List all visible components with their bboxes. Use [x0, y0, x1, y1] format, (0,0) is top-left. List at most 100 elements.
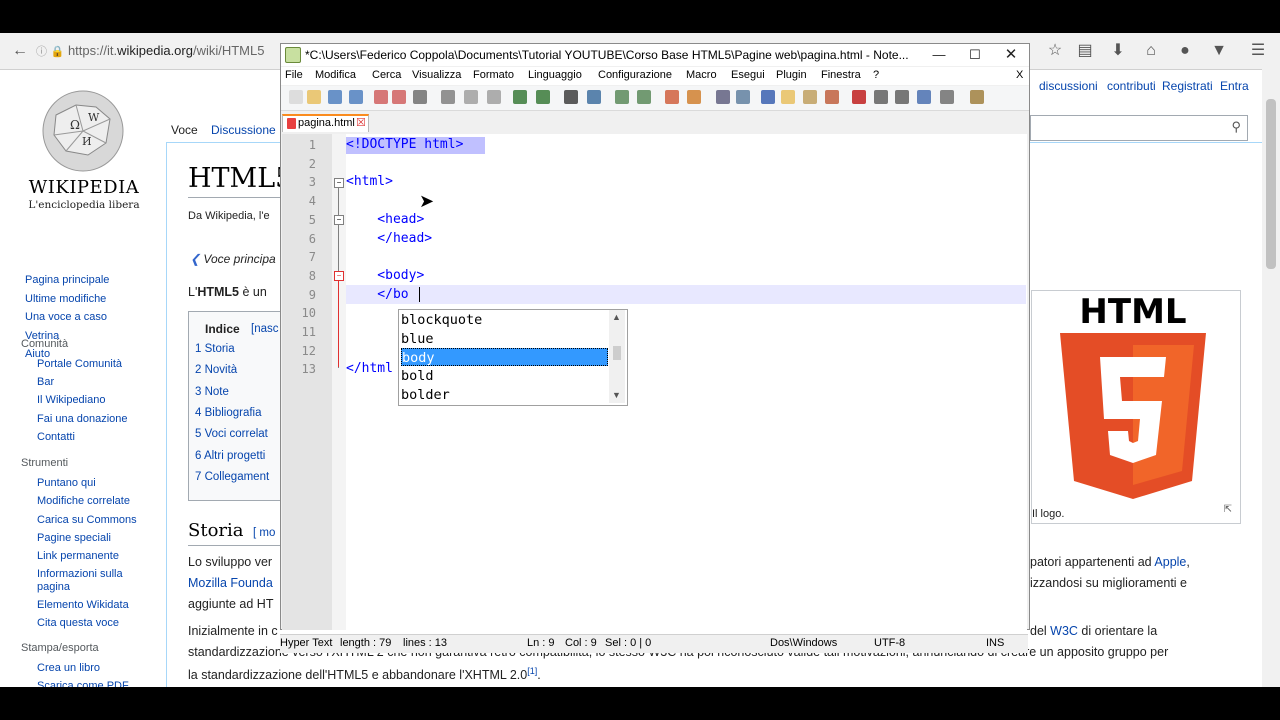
reading-list-icon[interactable]: ▤ — [1075, 41, 1095, 61]
save-all-icon[interactable] — [349, 90, 363, 104]
pocket-icon[interactable]: ▼ — [1209, 41, 1229, 61]
open-file-icon[interactable] — [307, 90, 321, 104]
close-button[interactable]: ✕ — [997, 46, 1025, 64]
menu-[interactable]: ? — [873, 69, 879, 81]
zoom-out-icon[interactable] — [637, 90, 651, 104]
sidebar-item-elemento-wikidata[interactable]: Elemento Wikidata — [37, 598, 129, 612]
menu-modifica[interactable]: Modifica — [315, 69, 356, 81]
fold-toggle-icon[interactable]: − — [334, 215, 344, 225]
address-bar[interactable]: ⓘ 🔒 https://it.wikipedia.org/wiki/HTML5 — [36, 39, 280, 63]
autocomplete-scrollbar[interactable]: ▲ ▼ — [609, 310, 625, 403]
hatnote[interactable]: ❮ Voce principa — [190, 252, 276, 266]
sync-h-icon[interactable] — [687, 90, 701, 104]
close-doc-button[interactable]: X — [1016, 69, 1023, 81]
sidebar-item-una-voce-a-caso[interactable]: Una voce a caso — [25, 310, 107, 324]
save-macro-icon[interactable] — [940, 90, 954, 104]
sidebar-item-modifiche-correlate[interactable]: Modifiche correlate — [37, 494, 130, 508]
scrollbar-thumb[interactable] — [1266, 99, 1276, 269]
para1-line2[interactable]: Mozilla Founda — [188, 576, 273, 590]
html5-logo[interactable]: HTML — [1058, 291, 1208, 503]
stop-record-icon[interactable] — [874, 90, 888, 104]
apple-link[interactable]: Apple — [1154, 555, 1186, 569]
menu-configurazione[interactable]: Configurazione — [598, 69, 672, 81]
save-icon[interactable] — [328, 90, 342, 104]
trim-icon[interactable] — [970, 90, 984, 104]
code-editor[interactable]: 1 2 3 4 5 6 7 8 9 10 11 12 13 − − − <!DOCTYPE html> <… — [282, 134, 1027, 630]
toc-item[interactable]: 1 Storia — [195, 343, 235, 355]
find-icon[interactable] — [564, 90, 578, 104]
menu-visualizza[interactable]: Visualizza — [412, 69, 461, 81]
menu-plugin[interactable]: Plugin — [776, 69, 807, 81]
sidebar-item-pagine-speciali[interactable]: Pagine speciali — [37, 531, 111, 545]
close-file-icon[interactable] — [374, 90, 388, 104]
maximize-button[interactable]: ☐ — [961, 46, 989, 64]
search-icon[interactable]: ⚲ — [1231, 119, 1241, 135]
doc-map-icon[interactable] — [781, 90, 795, 104]
chat-icon[interactable]: ● — [1175, 41, 1195, 61]
run-macro-multiple-icon[interactable] — [917, 90, 931, 104]
toc-item[interactable]: 5 Voci correlat — [195, 428, 268, 440]
play-macro-icon[interactable] — [895, 90, 909, 104]
menu-formato[interactable]: Formato — [473, 69, 514, 81]
toc-item[interactable]: 4 Bibliografia — [195, 407, 261, 419]
link-entra[interactable]: Entra — [1220, 79, 1249, 93]
autocomplete-item[interactable]: body — [401, 348, 608, 367]
sidebar-item-pagina-principale[interactable]: Pagina principale — [25, 273, 109, 287]
wikipedia-globe-logo[interactable]: Ω W И — [36, 85, 130, 175]
sidebar-item-link-permanente[interactable]: Link permanente — [37, 549, 119, 563]
link-discussioni[interactable]: discussioni — [1039, 79, 1098, 93]
redo-icon[interactable] — [536, 90, 550, 104]
sidebar-item-crea-un-libro[interactable]: Crea un libro — [37, 661, 100, 675]
download-icon[interactable]: ⬇ — [1108, 41, 1128, 61]
sidebar-item-il-wikipediano[interactable]: Il Wikipediano — [37, 393, 105, 407]
toc-item[interactable]: 7 Collegament — [195, 471, 269, 483]
scrollbar[interactable] — [1262, 69, 1280, 687]
autocomplete-item[interactable]: bolder — [401, 386, 608, 404]
folder-as-workspace-icon[interactable] — [825, 90, 839, 104]
home-icon[interactable]: ⌂ — [1141, 41, 1161, 61]
section-edit-link[interactable]: [ mo — [253, 527, 275, 539]
sidebar-item-puntano-qui[interactable]: Puntano qui — [37, 476, 96, 490]
sidebar-item-fai-una-donazione[interactable]: Fai una donazione — [37, 412, 128, 426]
sidebar-item-ultime-modifiche[interactable]: Ultime modifiche — [25, 292, 106, 306]
paste-icon[interactable] — [487, 90, 501, 104]
menu-macro[interactable]: Macro — [686, 69, 717, 81]
cut-icon[interactable] — [441, 90, 455, 104]
fold-toggle-icon[interactable]: − — [334, 271, 344, 281]
toc-item[interactable]: 6 Altri progetti — [195, 450, 265, 462]
toc-hide-link[interactable]: [nasc — [251, 323, 279, 335]
tab-voce[interactable]: Voce — [171, 123, 198, 137]
scroll-thumb[interactable] — [613, 346, 621, 360]
sidebar-item-portale-comunit[interactable]: Portale Comunità — [37, 357, 122, 371]
indent-guide-icon[interactable] — [761, 90, 775, 104]
autocomplete-list[interactable]: blockquote blue body bold bolder ▲ ▼ — [398, 309, 628, 406]
link-registrati[interactable]: Registrati — [1162, 79, 1213, 93]
tab-pagina-html[interactable]: pagina.html ☒ — [282, 114, 369, 132]
menu-cerca[interactable]: Cerca — [372, 69, 401, 81]
new-file-icon[interactable] — [289, 90, 303, 104]
sidebar-item-contatti[interactable]: Contatti — [37, 430, 75, 444]
print-icon[interactable] — [413, 90, 427, 104]
menu-file[interactable]: File — [285, 69, 303, 81]
close-all-icon[interactable] — [392, 90, 406, 104]
menu-icon[interactable]: ☰ — [1248, 41, 1268, 61]
ref-link[interactable]: [1] — [527, 666, 537, 676]
enlarge-icon[interactable]: ⇱ — [1224, 504, 1232, 515]
w3c-link[interactable]: W3C — [1050, 624, 1078, 638]
sidebar-item-informazioni-sulla[interactable]: Informazioni sulla — [37, 567, 123, 581]
sidebar-item-carica-su-commons[interactable]: Carica su Commons — [37, 513, 137, 527]
star-icon[interactable]: ☆ — [1045, 41, 1065, 61]
back-arrow-icon[interactable]: ← — [10, 41, 30, 61]
sidebar-item-bar[interactable]: Bar — [37, 375, 54, 389]
menu-finestra[interactable]: Finestra — [821, 69, 861, 81]
autocomplete-item[interactable]: blockquote — [401, 311, 608, 329]
search-input[interactable]: ⚲ — [1030, 115, 1248, 141]
copy-icon[interactable] — [464, 90, 478, 104]
tab-close-icon[interactable]: ☒ — [356, 116, 366, 129]
replace-icon[interactable] — [587, 90, 601, 104]
fold-toggle-icon[interactable]: − — [334, 178, 344, 188]
scroll-up-icon[interactable]: ▲ — [612, 312, 621, 322]
autocomplete-item[interactable]: blue — [401, 330, 608, 348]
scroll-down-icon[interactable]: ▼ — [612, 390, 621, 400]
zoom-in-icon[interactable] — [615, 90, 629, 104]
